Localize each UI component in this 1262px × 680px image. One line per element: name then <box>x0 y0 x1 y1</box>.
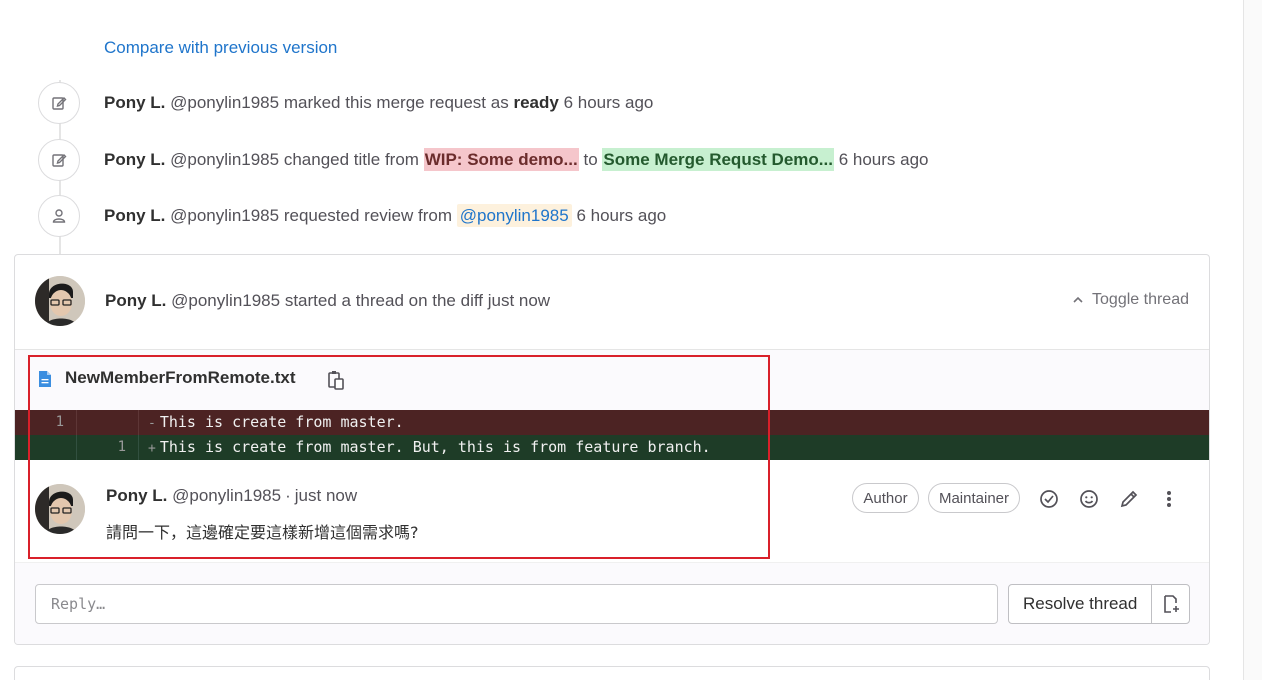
pencil-square-icon <box>38 139 80 181</box>
note-time: 6 hours ago <box>838 150 929 169</box>
diff-line-removed: 1 - This is create from master. <box>15 410 1209 435</box>
comment-author[interactable]: Pony L. <box>106 486 167 505</box>
diff-line-content: - This is create from master. <box>148 410 404 435</box>
edit-comment-button[interactable] <box>1114 484 1144 514</box>
user-icon <box>38 195 80 237</box>
system-note-text: Pony L. @ponylin1985 marked this merge r… <box>104 93 653 113</box>
comment-handle[interactable]: @ponylin1985 <box>172 486 281 505</box>
diff-text: This is create from master. But, this is… <box>159 438 711 456</box>
file-icon <box>39 371 51 387</box>
system-note-ready: Pony L. @ponylin1985 marked this merge r… <box>38 82 653 124</box>
note-action: changed title from <box>283 150 419 169</box>
note-time: 6 hours ago <box>576 206 667 225</box>
thread-summary: Pony L. @ponylin1985 started a thread on… <box>105 291 550 311</box>
new-title: Some Merge Requst Demo... <box>602 148 834 171</box>
system-note-text: Pony L. @ponylin1985 changed title from … <box>104 148 929 171</box>
note-author[interactable]: Pony L. <box>104 150 165 169</box>
smiley-icon <box>1080 490 1098 508</box>
pencil-icon <box>1120 490 1138 508</box>
chevron-up-icon <box>1073 296 1083 303</box>
toggle-thread-button[interactable]: Toggle thread <box>1072 291 1189 309</box>
more-actions-button[interactable] <box>1154 484 1184 514</box>
note-action: marked this merge request as <box>283 93 509 112</box>
diff-line-content: + This is create from master. But, this i… <box>148 435 711 460</box>
note-action: requested review from <box>283 206 453 225</box>
avatar[interactable] <box>35 484 85 534</box>
comment-separator: · <box>285 486 291 505</box>
add-reaction-button[interactable] <box>1074 484 1104 514</box>
kebab-menu-icon <box>1167 491 1171 507</box>
thread-handle[interactable]: @ponylin1985 <box>171 291 280 310</box>
compare-previous-version-link[interactable]: Compare with previous version <box>104 38 337 58</box>
thread-header: Pony L. @ponylin1985 started a thread on… <box>15 255 1209 350</box>
comment-header: Pony L. @ponylin1985 · just now <box>106 486 357 506</box>
commit-sha-link[interactable]: 19448261 <box>140 0 211 2</box>
resolve-thread-button[interactable]: Resolve thread <box>1009 585 1153 623</box>
note-status: ready <box>513 93 559 112</box>
note-connector: to <box>583 150 598 169</box>
diff-sign: - <box>148 416 156 431</box>
reply-area: Resolve thread <box>15 562 1209 644</box>
issue-new-icon <box>1164 595 1179 613</box>
diff-line-added: 1 + This is create from master. But, this… <box>15 435 1209 460</box>
note-handle[interactable]: @ponylin1985 <box>170 150 279 169</box>
resolve-button-group: Resolve thread <box>1008 584 1191 624</box>
note-author[interactable]: Pony L. <box>104 206 165 225</box>
maintainer-badge: Maintainer <box>928 483 1020 513</box>
reviewer-mention[interactable]: @ponylin1985 <box>456 204 572 227</box>
note-author[interactable]: Pony L. <box>104 93 165 112</box>
comment: Pony L. @ponylin1985 · just now 請問一下，這邊確定要… <box>15 460 1209 562</box>
resolve-comment-button[interactable] <box>1034 484 1064 514</box>
diff-file-header: NewMemberFromRemote.txt <box>15 350 1209 410</box>
old-line-number-empty <box>15 435 77 460</box>
note-handle[interactable]: @ponylin1985 <box>170 206 279 225</box>
resolve-in-new-issue-button[interactable] <box>1152 585 1189 623</box>
old-title: WIP: Some demo... <box>423 148 579 171</box>
author-badge: Author <box>852 483 919 513</box>
comment-time[interactable]: just now <box>295 486 357 505</box>
discussion-thread: Pony L. @ponylin1985 started a thread on… <box>14 254 1210 645</box>
system-note-review-request: Pony L. @ponylin1985 requested review fr… <box>38 195 666 237</box>
thread-author[interactable]: Pony L. <box>105 291 166 310</box>
copy-file-path-icon[interactable] <box>327 370 345 390</box>
thread-action: started a thread on the diff just now <box>284 291 551 310</box>
scrollbar-track[interactable] <box>1243 0 1262 680</box>
diff-text: This is create from master. <box>159 413 404 431</box>
system-note-title-change: Pony L. @ponylin1985 changed title from … <box>38 139 928 181</box>
pencil-square-icon <box>38 82 80 124</box>
new-line-number-empty <box>77 410 139 435</box>
comment-body: 請問一下，這邊確定要這樣新增這個需求嗎? <box>106 523 419 542</box>
reply-input[interactable] <box>35 584 998 624</box>
new-line-number[interactable]: 1 <box>77 435 139 460</box>
next-discussion-card <box>14 666 1210 680</box>
check-circle-icon <box>1040 490 1058 508</box>
note-handle[interactable]: @ponylin1985 <box>170 93 279 112</box>
file-name[interactable]: NewMemberFromRemote.txt <box>65 368 296 388</box>
system-note-text: Pony L. @ponylin1985 requested review fr… <box>104 204 667 227</box>
toggle-thread-label: Toggle thread <box>1092 291 1189 308</box>
avatar[interactable] <box>35 276 85 326</box>
old-line-number[interactable]: 1 <box>15 410 77 435</box>
diff-sign: + <box>148 441 156 456</box>
note-time: 6 hours ago <box>563 93 654 112</box>
